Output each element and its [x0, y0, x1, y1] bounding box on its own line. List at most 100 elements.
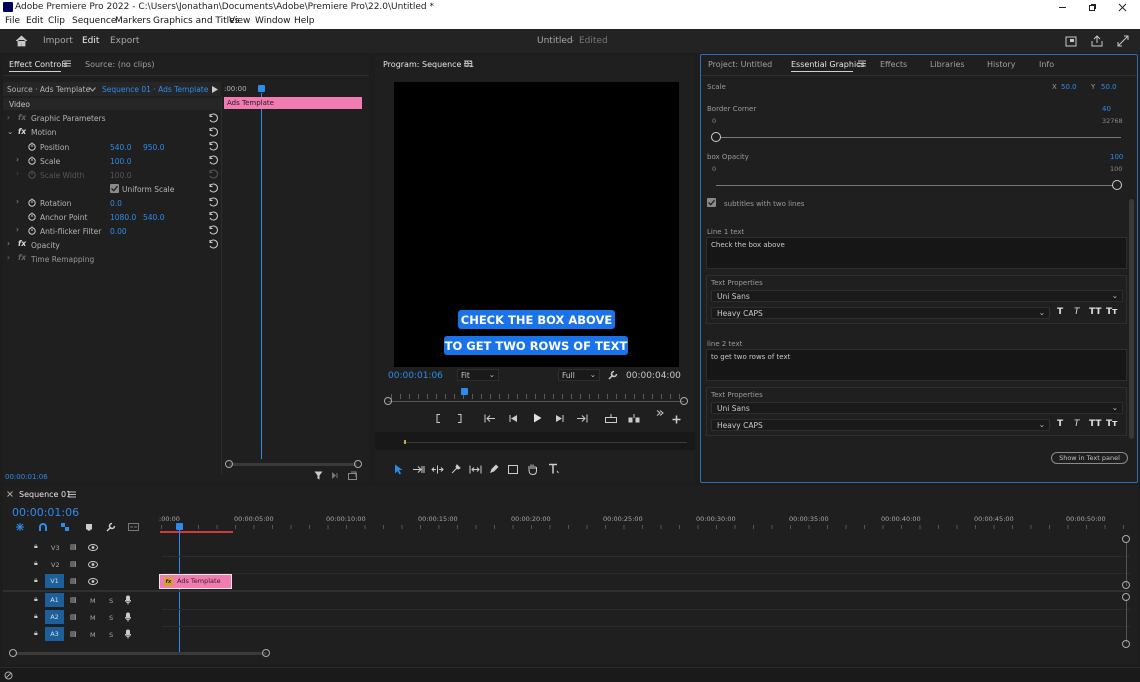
- menu-sequence[interactable]: Sequence: [72, 16, 116, 26]
- solo-button[interactable]: S: [109, 631, 113, 639]
- box-opacity-track[interactable]: [716, 185, 1121, 186]
- expand-arrow-icon[interactable]: ›: [7, 113, 10, 122]
- lock-icon[interactable]: 🔒︎: [34, 542, 38, 551]
- insert-nest-icon[interactable]: [14, 521, 26, 533]
- audio-vscroll-track[interactable]: [1126, 599, 1127, 643]
- ec-clip-bar[interactable]: Ads Template: [224, 97, 362, 109]
- panel-menu-icon[interactable]: [857, 58, 867, 68]
- quick-export-icon[interactable]: [1064, 34, 1078, 48]
- tab-effects[interactable]: Effects: [880, 60, 907, 69]
- stopwatch-icon[interactable]: [28, 226, 36, 235]
- style-dropdown-2[interactable]: Heavy CAPS ⌄: [711, 419, 1050, 431]
- timeline-timecode[interactable]: 00:00:01:06: [12, 506, 79, 519]
- home-icon[interactable]: [14, 34, 28, 48]
- type-tool-icon[interactable]: [546, 462, 560, 475]
- row-uniform-scale[interactable]: Uniform Scale: [3, 182, 221, 196]
- ec-zoom-handle-right[interactable]: [354, 460, 362, 468]
- lift-icon[interactable]: [604, 412, 618, 424]
- video-vscroll-handle-bottom[interactable]: [1122, 581, 1130, 589]
- program-timecode[interactable]: 00:00:01:06: [388, 371, 443, 381]
- add-marker-icon[interactable]: [83, 521, 95, 533]
- scrub-handle-right[interactable]: [680, 397, 688, 405]
- minimize-icon[interactable]: [1052, 0, 1072, 15]
- mute-button[interactable]: M: [90, 631, 96, 639]
- mini-timeline-bar[interactable]: [375, 432, 695, 450]
- filter-icon[interactable]: [313, 470, 323, 481]
- eye-icon[interactable]: [88, 544, 98, 551]
- two-lines-checkbox[interactable]: [707, 198, 716, 207]
- fx-icon[interactable]: fx: [18, 127, 26, 136]
- expand-arrow-icon[interactable]: ›: [16, 225, 19, 234]
- tab-libraries[interactable]: Libraries: [930, 60, 965, 69]
- faux-bold-icon[interactable]: T: [1057, 419, 1063, 429]
- faux-italic-icon[interactable]: T: [1074, 419, 1080, 429]
- collapse-arrow-icon[interactable]: ⌄: [7, 127, 13, 136]
- play-only-clip-icon[interactable]: [210, 84, 220, 94]
- microphone-icon[interactable]: [125, 629, 131, 639]
- chevron-down-icon[interactable]: [87, 84, 97, 94]
- fullscreen-icon[interactable]: [1116, 34, 1130, 48]
- sync-lock-icon[interactable]: ▤: [70, 596, 77, 604]
- share-icon[interactable]: [1090, 34, 1104, 48]
- row-rotation[interactable]: › Rotation 0.0: [3, 196, 221, 210]
- timeline-zoom-handle-right[interactable]: [262, 649, 270, 657]
- border-corner-knob[interactable]: [711, 132, 721, 142]
- menu-help[interactable]: Help: [294, 16, 315, 26]
- export-frame-icon[interactable]: [347, 470, 357, 481]
- row-anchor-point[interactable]: Anchor Point 1080.0 540.0: [3, 210, 221, 224]
- track-header-a2[interactable]: 🔒︎ A2 ▤ M S: [3, 609, 159, 626]
- close-sequence-icon[interactable]: [5, 489, 14, 498]
- settings-wrench-icon[interactable]: [607, 369, 619, 381]
- video-canvas[interactable]: CHECK THE BOX ABOVE TO GET TWO ROWS OF T…: [394, 82, 679, 367]
- razor-tool-icon[interactable]: [450, 463, 462, 475]
- go-to-out-icon[interactable]: [575, 412, 589, 424]
- video-vscroll-handle-top[interactable]: [1122, 535, 1130, 543]
- anti-flicker-value[interactable]: 0.00: [110, 227, 127, 236]
- mute-button[interactable]: M: [90, 597, 96, 605]
- row-motion[interactable]: ⌄ fx Motion: [3, 126, 221, 140]
- uniform-scale-checkbox[interactable]: [110, 184, 119, 193]
- eye-icon[interactable]: [88, 578, 98, 585]
- row-position[interactable]: Position 540.0 950.0: [3, 140, 221, 154]
- ripple-edit-tool-icon[interactable]: [430, 463, 444, 475]
- font-dropdown-1[interactable]: Uni Sans ⌄: [711, 290, 1123, 302]
- menu-graphics-and-titles[interactable]: Graphics and Titles: [153, 16, 239, 26]
- tab-essential-graphics[interactable]: Essential Graphics: [791, 60, 865, 69]
- microphone-icon[interactable]: [125, 595, 131, 605]
- track-target-v1[interactable]: V1: [45, 574, 64, 588]
- microphone-icon[interactable]: [125, 612, 131, 622]
- sync-lock-icon[interactable]: ▤: [70, 560, 77, 568]
- scrub-handle-left[interactable]: [384, 397, 392, 405]
- slip-tool-icon[interactable]: [468, 463, 482, 475]
- reset-icon[interactable]: [208, 183, 218, 193]
- fit-dropdown[interactable]: Fit ⌄: [457, 369, 499, 381]
- row-opacity[interactable]: › fx Opacity: [3, 238, 221, 252]
- rectangle-tool-icon[interactable]: [507, 463, 519, 475]
- reset-icon[interactable]: [208, 197, 218, 207]
- menu-markers[interactable]: Markers: [115, 16, 151, 26]
- sync-lock-icon[interactable]: ▤: [70, 543, 77, 551]
- expand-arrow-icon[interactable]: ›: [16, 197, 19, 206]
- selection-tool-icon[interactable]: [392, 463, 404, 475]
- maximize-icon[interactable]: [1082, 0, 1102, 15]
- audio-vscroll-handle-top[interactable]: [1122, 593, 1130, 601]
- style-dropdown-1[interactable]: Heavy CAPS ⌄: [711, 307, 1050, 319]
- show-in-text-panel-button[interactable]: Show in Text panel: [1051, 452, 1128, 464]
- position-x-value[interactable]: 540.0: [110, 143, 131, 152]
- tab-source[interactable]: Source: (no clips): [85, 60, 155, 69]
- stopwatch-icon[interactable]: [28, 212, 36, 221]
- ec-zoom-track[interactable]: [229, 463, 357, 466]
- timeline-clip-ads-template[interactable]: fx Ads Template: [159, 574, 232, 589]
- panel-menu-icon[interactable]: [67, 489, 77, 499]
- go-to-in-icon[interactable]: [483, 412, 497, 424]
- tab-project[interactable]: Project: Untitled: [708, 60, 772, 69]
- line2-text-input[interactable]: to get two rows of text: [706, 349, 1127, 381]
- row-anti-flicker[interactable]: › Anti-flicker Filter 0.00: [3, 224, 221, 238]
- quality-dropdown[interactable]: Full ⌄: [558, 369, 600, 381]
- font-dropdown-2[interactable]: Uni Sans ⌄: [711, 402, 1123, 414]
- linked-selection-icon[interactable]: [59, 521, 71, 533]
- track-header-v1[interactable]: 🔒︎ V1 ▤: [3, 573, 159, 590]
- tab-info[interactable]: Info: [1039, 60, 1054, 69]
- lock-icon[interactable]: 🔒︎: [34, 629, 38, 638]
- play-audio-icon[interactable]: [330, 470, 340, 481]
